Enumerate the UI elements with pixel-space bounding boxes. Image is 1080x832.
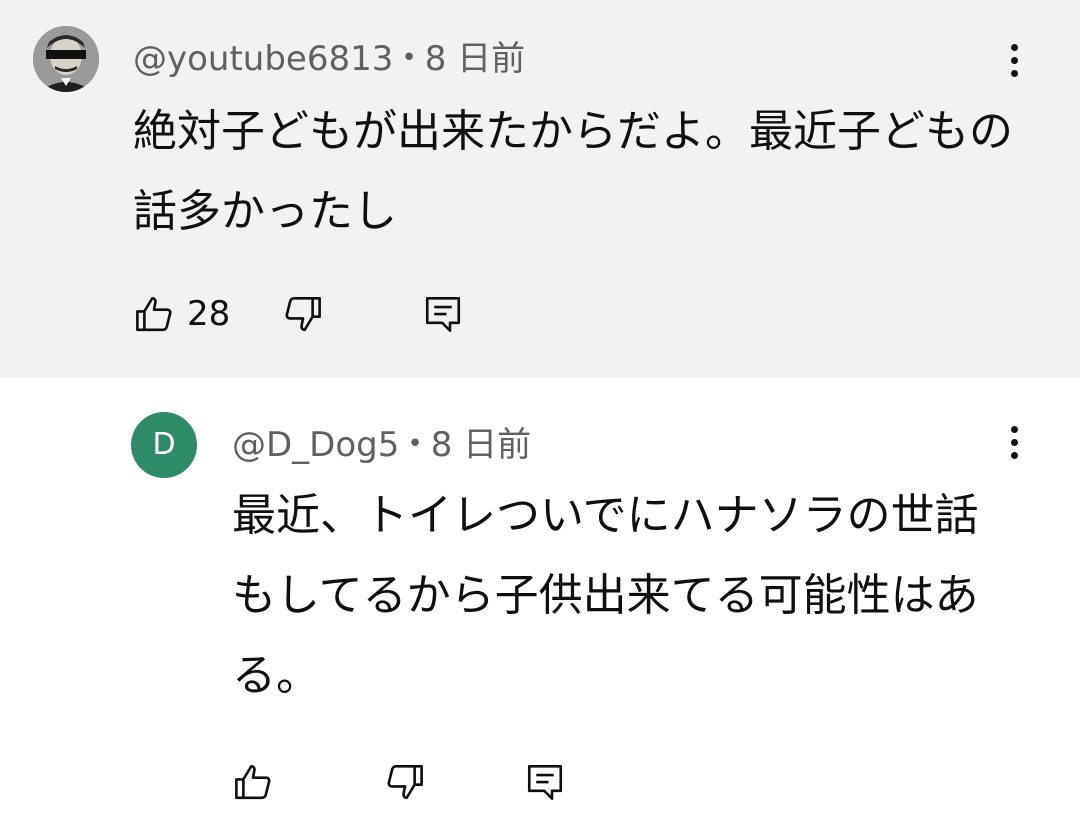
more-options-button[interactable]	[994, 36, 1034, 84]
meta-separator: •	[407, 429, 423, 459]
thumbs-up-icon	[235, 764, 271, 800]
thumbs-down-icon	[285, 296, 322, 332]
comment-text: 絶対子どもが出来たからだよ。最近子どもの話多かったし	[133, 106, 1013, 237]
author-name[interactable]: @D_Dog5	[232, 425, 399, 465]
like-button[interactable]	[232, 761, 274, 803]
comment-actions: 28	[133, 290, 464, 338]
reply-icon	[527, 764, 563, 800]
avatar-photo-icon	[33, 26, 99, 92]
reply-button[interactable]	[422, 293, 464, 335]
reply-button[interactable]	[524, 761, 566, 803]
dislike-button[interactable]	[282, 293, 324, 335]
avatar[interactable]	[33, 26, 99, 92]
comment-meta: @youtube6813 • 8 日前	[133, 38, 525, 79]
reply-icon	[426, 296, 461, 332]
comment-time: 8 日前	[430, 425, 532, 465]
comment-text: 最近、トイレついでにハナソラの世話もしてるから子供出来てる可能性はある。	[232, 490, 979, 701]
avatar-letter: D	[152, 427, 176, 462]
meta-separator: •	[401, 43, 417, 73]
avatar[interactable]: D	[131, 412, 197, 478]
comment-actions	[232, 758, 566, 806]
like-button[interactable]: 28	[133, 293, 230, 335]
author-name[interactable]: @youtube6813	[133, 39, 393, 79]
thumbs-up-icon	[136, 296, 172, 332]
dislike-button[interactable]	[384, 761, 426, 803]
thumbs-down-icon	[387, 764, 423, 800]
more-vert-icon	[1010, 43, 1018, 51]
more-vert-icon	[1010, 425, 1018, 433]
comment-time: 8 日前	[424, 39, 526, 79]
comment-highlighted: @youtube6813 • 8 日前 絶対子どもが出来たからだよ。最近子どもの話多…	[0, 0, 1080, 378]
like-count: 28	[187, 294, 231, 334]
more-options-button[interactable]	[994, 418, 1034, 466]
comment-meta: @D_Dog5 • 8 日前	[232, 424, 531, 465]
